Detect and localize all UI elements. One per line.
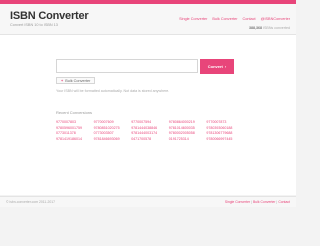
recent-isbn-link[interactable]: 9781419186014 [56,137,92,141]
recent-conversions-list: 9770007803 9770007609 9770007594 9780864… [56,120,242,141]
recent-isbn-link[interactable]: 9770007873 [206,120,242,124]
copyright: © isbn-converter.com 2011-2017 [6,200,55,204]
isbn-input[interactable] [56,59,198,73]
recent-isbn-link[interactable]: 9781014600035 [169,126,205,130]
recent-isbn-link[interactable]: 0191725314 [169,137,205,141]
main-content: Convert › + Bulk Converter Your ISBN wil… [0,35,296,195]
recent-isbn-link[interactable]: 9781306779688 [206,131,242,135]
recent-isbn-link[interactable]: 9781444038846 [131,126,167,130]
recent-isbn-link[interactable]: 9780393060188 [206,126,242,130]
recent-isbn-link[interactable]: 9780066997445 [206,137,242,141]
conversion-stats: 388,368 ISBNs converted [249,26,290,30]
input-hint: Your ISBN will be formatted automaticall… [56,89,170,93]
recent-isbn-link[interactable]: 0471700578 [131,137,167,141]
footer-link-bulk[interactable]: Bulk Converter [253,200,275,204]
nav-contact[interactable]: Contact [243,17,256,21]
main-nav: Single Converter Bulk Converter Contact … [179,17,290,21]
site-tagline: Convert ISBN 10 to ISBN 13 [10,23,58,27]
recent-isbn-link[interactable]: 9780596001759 [56,126,92,130]
recent-conversions-title: Recent Conversions [56,110,93,115]
footer-separator: | [251,200,252,204]
footer-link-single[interactable]: Single Converter [225,200,250,204]
conversion-count-suffix: ISBNs converted [263,26,290,30]
recent-isbn-link[interactable]: 9780002005058 [169,131,205,135]
recent-isbn-link[interactable]: 9780851020275 [94,126,130,130]
recent-isbn-link[interactable]: 0773011378 [56,131,92,135]
footer-separator: | [276,200,278,204]
plus-icon: + [61,78,64,83]
recent-isbn-link[interactable]: 9781846693069 [94,137,130,141]
nav-bulk-converter[interactable]: Bulk Converter [212,17,237,21]
chevron-right-icon: › [224,64,227,69]
convert-button[interactable]: Convert › [200,59,234,74]
recent-isbn-link[interactable]: 9781444003174 [131,131,167,135]
bulk-converter-button[interactable]: + Bulk Converter [56,77,96,84]
footer-links: Single Converter | Bulk Converter | Cont… [225,200,290,204]
footer-link-contact[interactable]: Contact [278,200,290,204]
site-footer: © isbn-converter.com 2011-2017 Single Co… [0,196,296,207]
recent-isbn-link[interactable]: 9780864000219 [169,120,205,124]
nav-twitter[interactable]: @ISBNConverter [261,17,290,21]
convert-button-label: Convert [207,64,223,69]
site-logo[interactable]: ISBN Converter [10,10,89,22]
nav-single-converter[interactable]: Single Converter [179,17,207,21]
recent-isbn-link[interactable]: 9770007803 [56,120,92,124]
recent-isbn-link[interactable]: 9770007594 [131,120,167,124]
conversion-count: 388,368 [249,26,263,30]
recent-isbn-link[interactable]: 9770007609 [94,120,130,124]
recent-isbn-link[interactable]: 0773003507 [94,131,130,135]
bulk-converter-label: Bulk Converter [65,78,91,83]
site-header: ISBN Converter Convert ISBN 10 to ISBN 1… [0,4,296,35]
